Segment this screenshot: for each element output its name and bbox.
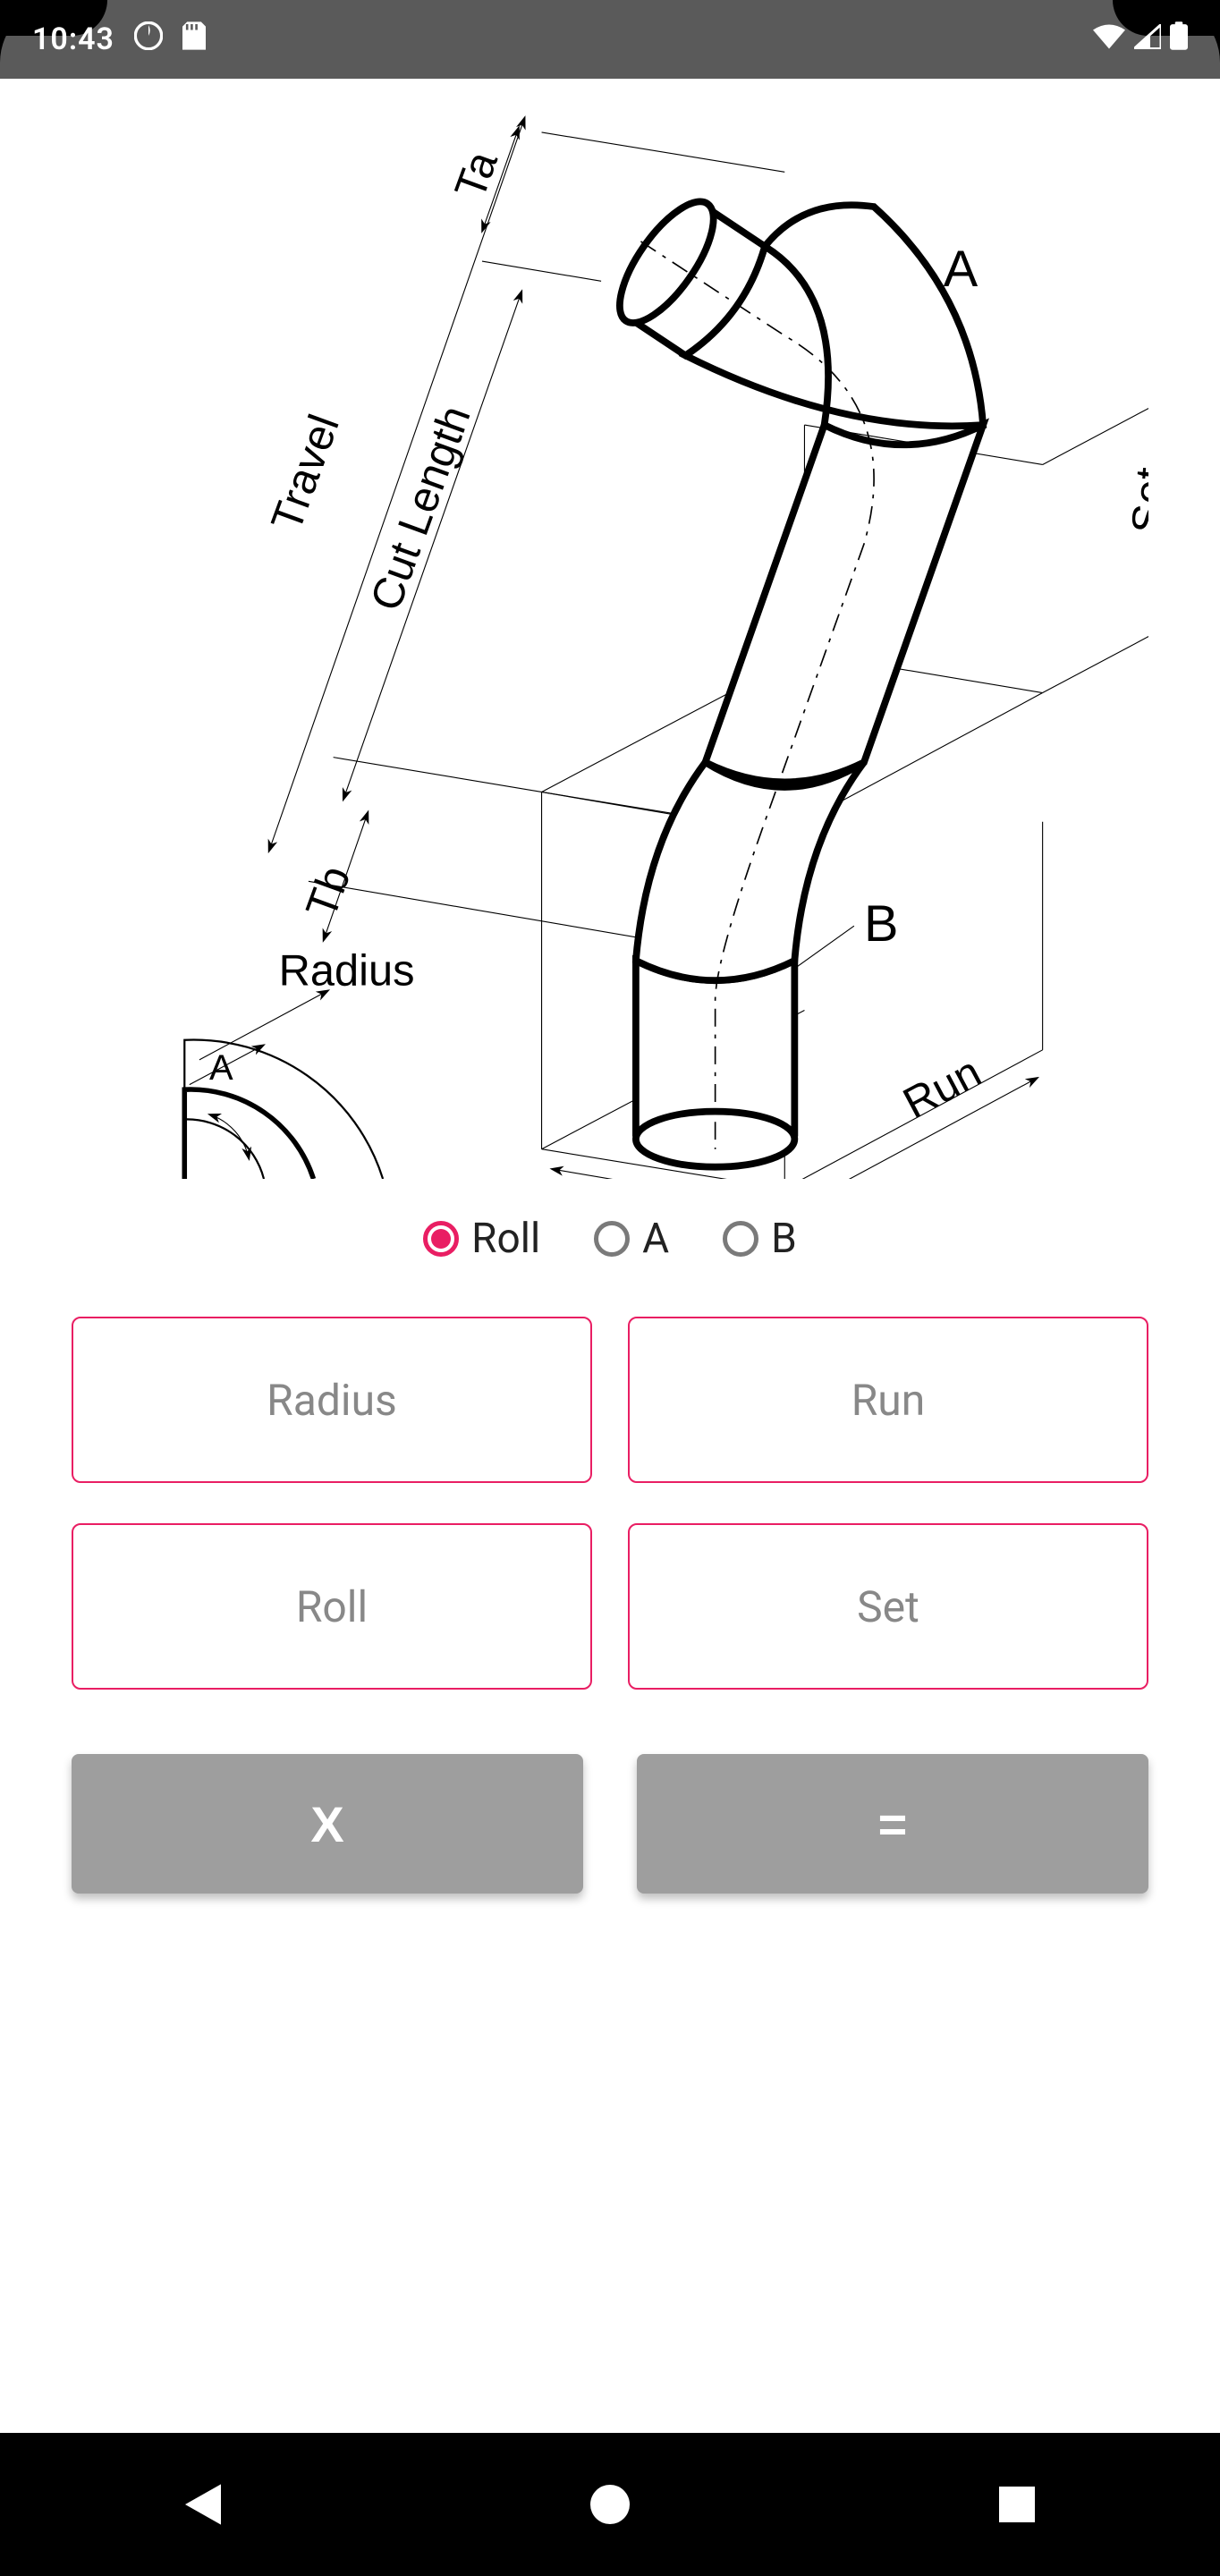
radio-icon bbox=[423, 1221, 459, 1257]
radio-label: A bbox=[642, 1215, 669, 1263]
status-time: 10:43 bbox=[32, 21, 114, 57]
nav-recent-button[interactable] bbox=[883, 2460, 1151, 2549]
label-travel: Travel bbox=[262, 409, 348, 538]
diagram-svg: Travel Cut Length Ta Tb Radius A A B Run… bbox=[143, 88, 1148, 1179]
label-set: Set bbox=[1123, 466, 1148, 535]
radio-icon bbox=[594, 1221, 630, 1257]
nav-bar bbox=[0, 2433, 1220, 2576]
label-run: Run bbox=[895, 1047, 988, 1128]
input-radius[interactable]: Radius bbox=[72, 1317, 592, 1483]
signal-icon bbox=[1134, 22, 1161, 56]
label-ta: Ta bbox=[446, 145, 508, 206]
label-tb: Tb bbox=[297, 860, 360, 924]
battery-icon bbox=[1170, 21, 1188, 57]
button-row: X = bbox=[0, 1690, 1220, 1894]
label-radius: Radius bbox=[279, 947, 415, 996]
radio-icon bbox=[723, 1221, 758, 1257]
equals-button[interactable]: = bbox=[637, 1754, 1148, 1894]
square-recent-icon bbox=[999, 2487, 1035, 2522]
input-set[interactable]: Set bbox=[628, 1523, 1148, 1690]
radio-group: Roll A B bbox=[0, 1188, 1220, 1317]
label-b-point: B bbox=[864, 895, 898, 953]
radio-label: B bbox=[771, 1215, 797, 1263]
label-a-point: A bbox=[944, 241, 979, 298]
status-bar: 10:43 bbox=[0, 0, 1220, 79]
nav-home-button[interactable] bbox=[476, 2460, 744, 2549]
input-run[interactable]: Run bbox=[628, 1317, 1148, 1483]
sd-card-icon bbox=[182, 21, 206, 57]
wifi-icon bbox=[1093, 22, 1125, 56]
pipe-diagram: Travel Cut Length Ta Tb Radius A A B Run… bbox=[0, 79, 1220, 1188]
clear-button[interactable]: X bbox=[72, 1754, 583, 1894]
triangle-back-icon bbox=[185, 2484, 221, 2525]
label-a-small: A bbox=[209, 1048, 233, 1088]
radio-a[interactable]: A bbox=[594, 1215, 669, 1263]
nav-back-button[interactable] bbox=[69, 2460, 337, 2549]
input-grid: Radius Run Roll Set bbox=[0, 1317, 1220, 1690]
app-content: Travel Cut Length Ta Tb Radius A A B Run… bbox=[0, 79, 1220, 2433]
profile-icon bbox=[134, 21, 163, 57]
radio-roll[interactable]: Roll bbox=[423, 1215, 540, 1263]
radio-b[interactable]: B bbox=[723, 1215, 797, 1263]
label-cut-length: Cut Length bbox=[361, 400, 479, 617]
input-roll[interactable]: Roll bbox=[72, 1523, 592, 1690]
circle-home-icon bbox=[590, 2485, 630, 2524]
radio-label: Roll bbox=[471, 1215, 540, 1263]
